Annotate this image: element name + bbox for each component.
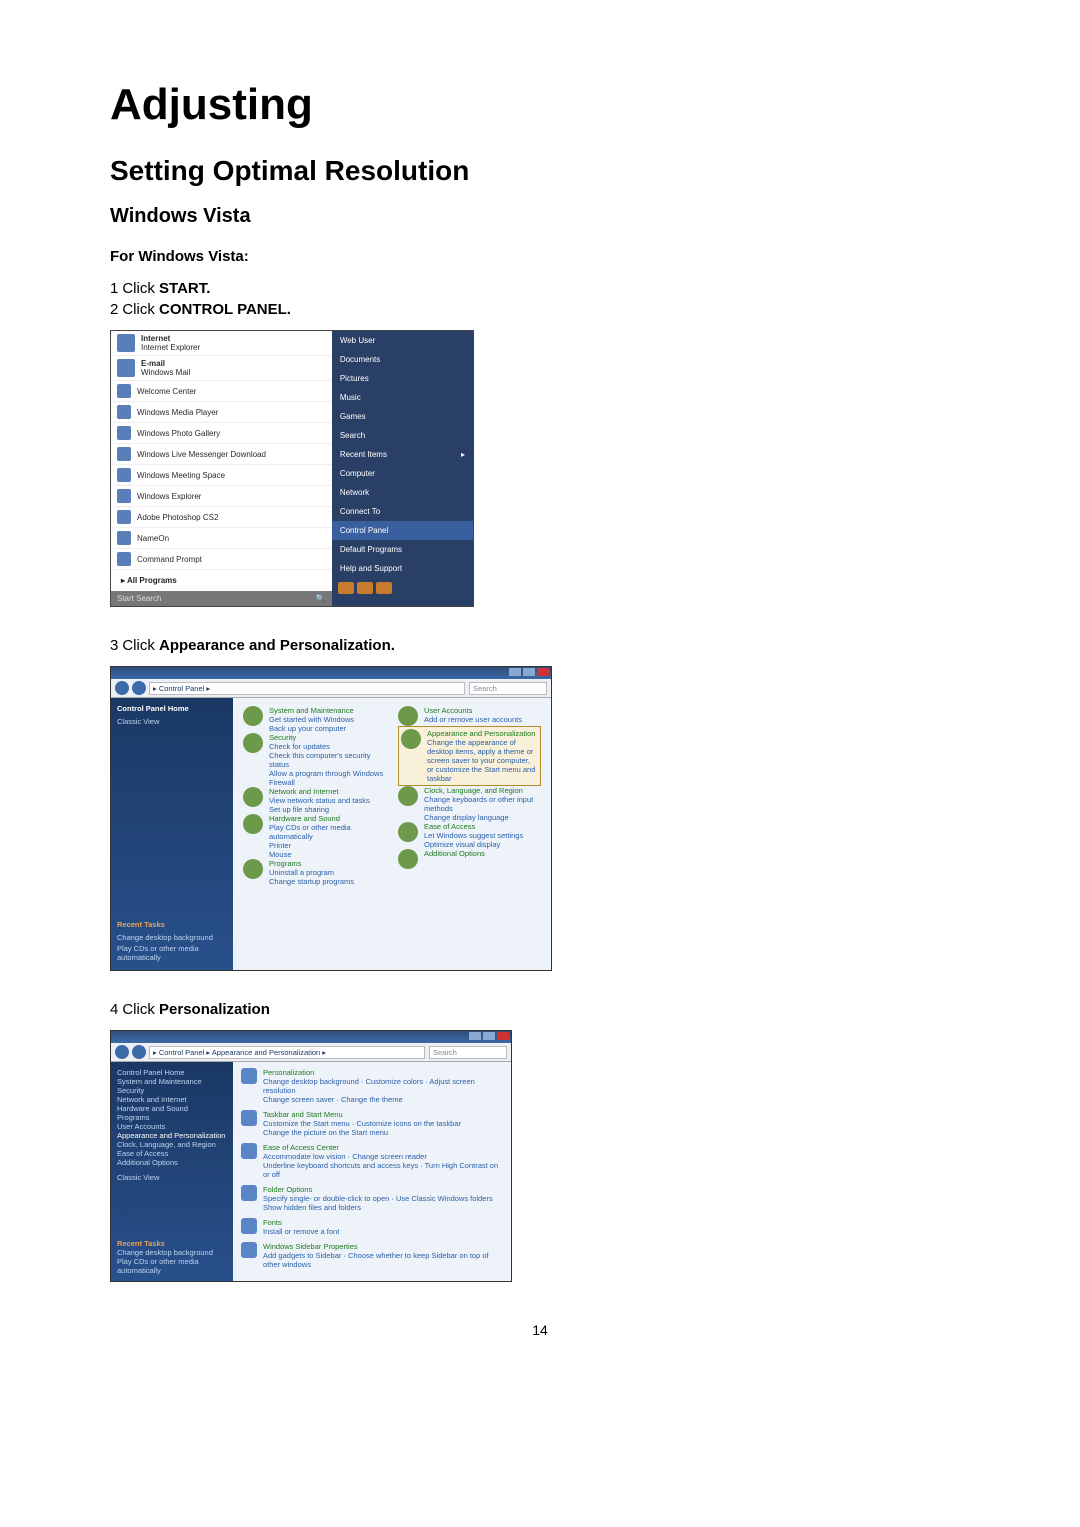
cp-cat: Hardware and SoundPlay CDs or other medi… xyxy=(243,814,386,859)
step-4: 4Click Personalization xyxy=(110,1001,970,1018)
screenshot-control-panel: ▸ Control Panel ▸ Search Control Panel H… xyxy=(110,666,552,971)
ap-item: Ease of Access CenterAccommodate low vis… xyxy=(241,1143,503,1179)
app-icon xyxy=(117,552,131,566)
address-bar: ▸ Control Panel ▸ Search xyxy=(111,679,551,698)
item-icon xyxy=(241,1242,257,1258)
search-box: Search xyxy=(469,682,547,695)
ap-item: FontsInstall or remove a font xyxy=(241,1218,503,1236)
sm-power-buttons xyxy=(332,578,473,598)
category-icon xyxy=(398,849,418,869)
sm-right-item: Help and Support xyxy=(332,559,473,578)
category-icon xyxy=(243,733,263,753)
ie-icon xyxy=(117,334,135,352)
sm-right-item: Games xyxy=(332,407,473,426)
forward-icon xyxy=(132,681,146,695)
forward-icon xyxy=(132,1045,146,1059)
sm-recent-item: Windows Photo Gallery xyxy=(111,423,332,444)
sm-pinned-internet: InternetInternet Explorer xyxy=(111,331,332,356)
heading-resolution: Setting Optimal Resolution xyxy=(110,155,970,187)
cp-cat: ProgramsUninstall a programChange startu… xyxy=(243,859,386,886)
screenshot-appearance: ▸ Control Panel ▸ Appearance and Persona… xyxy=(110,1030,512,1282)
ap-items: PersonalizationChange desktop background… xyxy=(233,1062,511,1281)
item-icon xyxy=(241,1218,257,1234)
sm-right-item: Music xyxy=(332,388,473,407)
cp-cat: Network and InternetView network status … xyxy=(243,787,386,814)
app-icon xyxy=(117,510,131,524)
step-2: 2Click CONTROL PANEL. xyxy=(110,301,970,318)
app-icon xyxy=(117,447,131,461)
category-icon xyxy=(243,787,263,807)
cp-cat: System and MaintenanceGet started with W… xyxy=(243,706,386,733)
cp-sidebar: Control Panel Home Classic View Recent T… xyxy=(111,698,233,970)
sm-recent-item: NameOn xyxy=(111,528,332,549)
cp-cat: Ease of AccessLet Windows suggest settin… xyxy=(398,822,541,849)
breadcrumb: ▸ Control Panel ▸ Appearance and Persona… xyxy=(149,1046,425,1059)
ap-item: Windows Sidebar PropertiesAdd gadgets to… xyxy=(241,1242,503,1269)
cp-cat: Additional Options xyxy=(398,849,541,869)
heading-adjusting: Adjusting xyxy=(110,80,970,130)
sm-pinned-email: E-mailWindows Mail xyxy=(111,356,332,381)
step-1: 1Click START. xyxy=(110,280,970,297)
search-icon: 🔍 xyxy=(316,594,326,603)
sm-right-item: Web User xyxy=(332,331,473,350)
address-bar: ▸ Control Panel ▸ Appearance and Persona… xyxy=(111,1043,511,1062)
cp-categories: System and MaintenanceGet started with W… xyxy=(233,698,551,970)
ap-item: Taskbar and Start MenuCustomize the Star… xyxy=(241,1110,503,1137)
sm-recent-item: Windows Media Player xyxy=(111,402,332,423)
ap-item-personalization: PersonalizationChange desktop background… xyxy=(241,1068,503,1104)
sm-recent-item: Welcome Center xyxy=(111,381,332,402)
page-number: 14 xyxy=(110,1322,970,1338)
sm-recent-item: Windows Explorer xyxy=(111,486,332,507)
sm-right-item: Connect To xyxy=(332,502,473,521)
category-icon xyxy=(398,822,418,842)
app-icon xyxy=(117,405,131,419)
sm-right-item: Search xyxy=(332,426,473,445)
sm-right-item: Pictures xyxy=(332,369,473,388)
category-icon xyxy=(398,706,418,726)
sm-right-item: Documents xyxy=(332,350,473,369)
breadcrumb: ▸ Control Panel ▸ xyxy=(149,682,465,695)
sm-right-item: Recent Items xyxy=(332,445,473,464)
app-icon xyxy=(117,384,131,398)
back-icon xyxy=(115,681,129,695)
sm-right-item: Computer xyxy=(332,464,473,483)
app-icon xyxy=(117,531,131,545)
sm-right-item: Default Programs xyxy=(332,540,473,559)
cp-cat: User AccountsAdd or remove user accounts xyxy=(398,706,541,726)
screenshot-start-menu: InternetInternet Explorer E-mailWindows … xyxy=(110,330,474,607)
heading-vista: Windows Vista xyxy=(110,205,970,228)
cp-cat: Clock, Language, and RegionChange keyboa… xyxy=(398,786,541,822)
window-titlebar xyxy=(111,667,551,679)
item-icon xyxy=(241,1110,257,1126)
window-titlebar xyxy=(111,1031,511,1043)
sm-all-programs: ▸ All Programs xyxy=(111,570,332,591)
category-icon xyxy=(243,814,263,834)
intro-label: For Windows Vista: xyxy=(110,248,970,265)
cp-cat-appearance: Appearance and PersonalizationChange the… xyxy=(398,726,541,786)
sm-recent-item: Adobe Photoshop CS2 xyxy=(111,507,332,528)
ap-sidebar: Control Panel Home System and Maintenanc… xyxy=(111,1062,233,1281)
category-icon xyxy=(243,706,263,726)
category-icon xyxy=(398,786,418,806)
app-icon xyxy=(117,489,131,503)
item-icon xyxy=(241,1185,257,1201)
item-icon xyxy=(241,1143,257,1159)
back-icon xyxy=(115,1045,129,1059)
search-box: Search xyxy=(429,1046,507,1059)
sm-right-control-panel: Control Panel xyxy=(332,521,473,540)
sm-search: Start Search🔍 xyxy=(111,591,332,606)
cp-cat: SecurityCheck for updatesCheck this comp… xyxy=(243,733,386,787)
ap-item: Folder OptionsSpecify single- or double-… xyxy=(241,1185,503,1212)
item-icon xyxy=(241,1068,257,1084)
step-3: 3Click Appearance and Personalization. xyxy=(110,637,970,654)
category-icon xyxy=(243,859,263,879)
sm-recent-item: Windows Meeting Space xyxy=(111,465,332,486)
sm-recent-item: Windows Live Messenger Download xyxy=(111,444,332,465)
sm-recent-item: Command Prompt xyxy=(111,549,332,570)
sm-right-item: Network xyxy=(332,483,473,502)
app-icon xyxy=(117,426,131,440)
app-icon xyxy=(117,468,131,482)
mail-icon xyxy=(117,359,135,377)
category-icon xyxy=(401,729,421,749)
